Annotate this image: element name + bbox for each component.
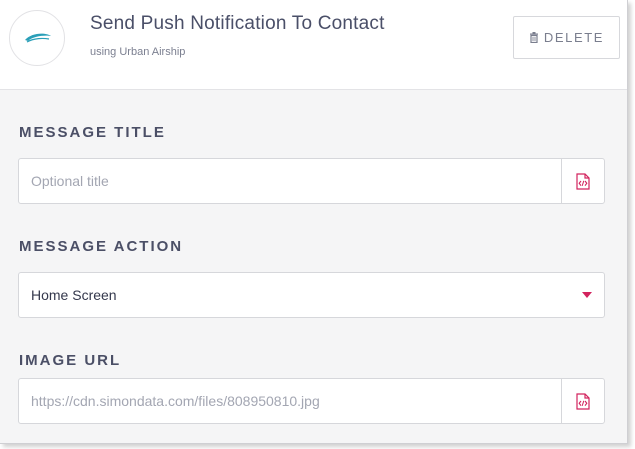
insert-template-button[interactable] (561, 159, 604, 203)
urban-airship-logo (9, 10, 65, 66)
code-file-icon (576, 172, 590, 190)
image-url-input[interactable]: https://cdn.simondata.com/files/80895081… (31, 379, 320, 423)
panel-header: Send Push Notification To Contact using … (0, 0, 627, 90)
message-action-label: MESSAGE ACTION (19, 238, 184, 255)
message-action-select[interactable]: Home Screen (18, 272, 605, 318)
airship-icon (25, 33, 51, 43)
code-file-icon (576, 392, 590, 410)
insert-template-button[interactable] (561, 379, 604, 423)
message-title-input[interactable]: Optional title (31, 159, 109, 203)
dropdown-caret-icon (582, 292, 592, 298)
page-title: Send Push Notification To Contact (90, 13, 385, 34)
message-title-field[interactable]: Optional title (18, 158, 605, 204)
delete-label: DELETE (543, 30, 605, 45)
image-url-field[interactable]: https://cdn.simondata.com/files/80895081… (18, 378, 605, 424)
delete-button[interactable]: DELETE (513, 16, 620, 59)
message-title-label: MESSAGE TITLE (19, 124, 166, 141)
trash-icon (529, 32, 538, 43)
action-panel: Send Push Notification To Contact using … (0, 0, 628, 444)
image-url-label: IMAGE URL (19, 352, 122, 369)
integration-subtitle: using Urban Airship (90, 46, 186, 58)
message-action-selected: Home Screen (31, 287, 117, 303)
